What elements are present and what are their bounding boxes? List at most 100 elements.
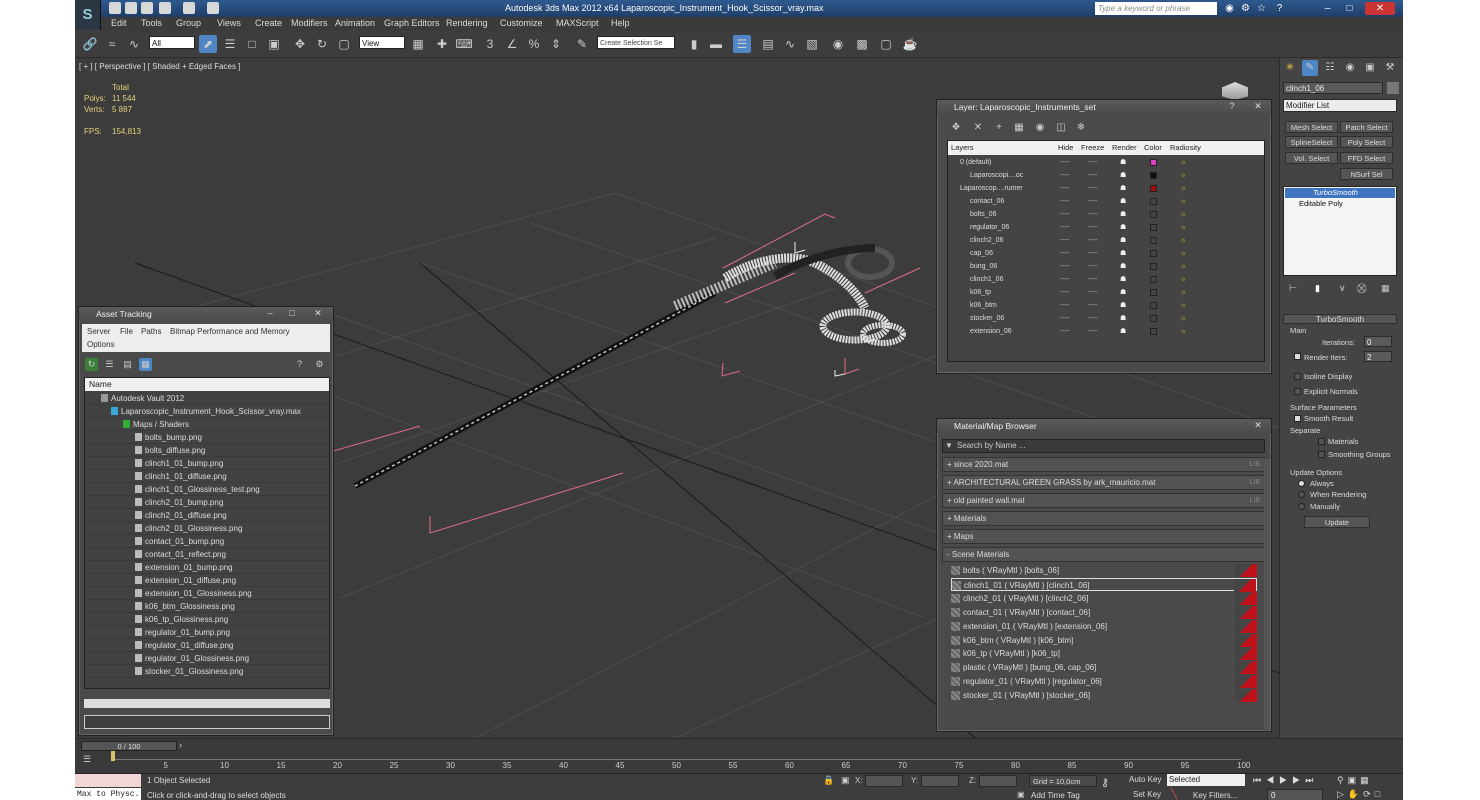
create-layer-icon[interactable]: ❖: [949, 121, 963, 135]
highlight-layer-icon[interactable]: ◉: [1033, 121, 1047, 135]
asset-row-maps[interactable]: Maps / Shaders: [85, 418, 327, 431]
asset-column-name[interactable]: Name: [85, 378, 329, 391]
layer-hide-toggle[interactable]: ----: [1060, 325, 1069, 338]
smoothing-groups-checkbox[interactable]: [1318, 451, 1325, 458]
select-object-icon[interactable]: ⬈: [199, 35, 217, 53]
render-iters-spinner[interactable]: 2: [1364, 351, 1392, 362]
radiosity-icon[interactable]: ☼: [1180, 208, 1186, 221]
add-time-tag[interactable]: Add Time Tag: [1031, 791, 1080, 800]
layer-color-swatch[interactable]: [1150, 159, 1157, 166]
layer-hide-toggle[interactable]: ----: [1060, 299, 1069, 312]
scene-material-item[interactable]: stocker_01 ( VRayMtl ) [stocker_06]: [951, 689, 1257, 703]
layer-row[interactable]: clinch2_06 ---- ---- ☗ ☼: [948, 234, 1264, 247]
layer-freeze-toggle[interactable]: ----: [1088, 221, 1097, 234]
layer-color-swatch[interactable]: [1150, 185, 1157, 192]
layer-freeze-toggle[interactable]: ----: [1088, 195, 1097, 208]
key-mode-icon[interactable]: ╲: [1171, 789, 1177, 800]
render-iters-checkbox[interactable]: [1294, 353, 1301, 360]
layer-color-swatch[interactable]: [1150, 328, 1157, 335]
radiosity-icon[interactable]: ☼: [1180, 221, 1186, 234]
settings-icon[interactable]: ⚙: [313, 358, 326, 371]
radiosity-icon[interactable]: ☼: [1180, 312, 1186, 325]
scene-material-item[interactable]: bolts ( VRayMtl ) [bolts_06]: [951, 564, 1257, 577]
snap-toggle-icon[interactable]: 3: [481, 35, 499, 53]
teapot-render-icon[interactable]: ☗: [1120, 208, 1126, 221]
maximize-icon[interactable]: □: [285, 308, 299, 319]
menu-create[interactable]: Create: [255, 18, 282, 28]
layer-row[interactable]: regulator_06 ---- ---- ☗ ☼: [948, 221, 1264, 234]
scene-material-item[interactable]: plastic ( VRayMtl ) [bung_06, cap_06]: [951, 661, 1257, 675]
material-editor-icon[interactable]: ◉: [829, 35, 847, 53]
teapot-render-icon[interactable]: ☗: [1120, 273, 1126, 286]
tools-icon[interactable]: ⚙: [1239, 2, 1252, 15]
zoom-all-icon[interactable]: ▣: [1348, 775, 1361, 785]
orbit-icon[interactable]: ⟳: [1363, 789, 1375, 799]
layer-row[interactable]: k06_btm ---- ---- ☗ ☼: [948, 299, 1264, 312]
redo-icon[interactable]: [183, 2, 195, 14]
layer-row[interactable]: Laparoscopi....oc ---- ---- ☗ ☼: [948, 169, 1264, 182]
bind-space-warp-icon[interactable]: ∿: [125, 35, 143, 53]
close-icon[interactable]: ✕: [311, 308, 325, 319]
layer-freeze-toggle[interactable]: ----: [1088, 299, 1097, 312]
freeze-all-icon[interactable]: ❄: [1074, 121, 1088, 135]
save-file-icon[interactable]: [141, 2, 153, 14]
scene-material-item[interactable]: k06_btm ( VRayMtl ) [k06_btm]: [951, 633, 1257, 647]
spinner-snap-icon[interactable]: ⇕: [547, 35, 565, 53]
motion-tab-icon[interactable]: ◉: [1342, 60, 1358, 76]
col-render[interactable]: Render: [1112, 141, 1137, 155]
radiosity-icon[interactable]: ☼: [1180, 299, 1186, 312]
help-icon[interactable]: ?: [1225, 101, 1239, 112]
layer-hide-toggle[interactable]: ----: [1060, 234, 1069, 247]
layer-color-swatch[interactable]: [1150, 263, 1157, 270]
teapot-render-icon[interactable]: ☗: [1120, 325, 1126, 338]
select-by-name-icon[interactable]: ☰: [221, 35, 239, 53]
teapot-render-icon[interactable]: ☗: [1120, 169, 1126, 182]
open-file-icon[interactable]: [125, 2, 137, 14]
zoom-extents-icon[interactable]: ▦: [1360, 775, 1373, 785]
menu-edit[interactable]: Edit: [111, 18, 127, 28]
pivot-center-icon[interactable]: ▦: [409, 35, 427, 53]
key-filters-button[interactable]: Key Filters...: [1193, 791, 1237, 800]
pin-stack-icon[interactable]: ⊢: [1289, 283, 1297, 294]
asset-row-map[interactable]: bolts_diffuse.png: [85, 444, 327, 457]
remove-modifier-icon[interactable]: ⛒: [1357, 283, 1366, 294]
materials-checkbox[interactable]: [1318, 438, 1325, 445]
asset-menu-options[interactable]: Options: [87, 340, 115, 349]
isoline-checkbox[interactable]: [1294, 373, 1301, 380]
col-hide[interactable]: Hide: [1058, 141, 1073, 155]
layer-color-swatch[interactable]: [1150, 172, 1157, 179]
scene-material-item[interactable]: clinch1_01 ( VRayMtl ) [clinch1_06]: [951, 577, 1257, 592]
layer-row[interactable]: k06_tp ---- ---- ☗ ☼: [948, 286, 1264, 299]
display-tab-icon[interactable]: ▣: [1362, 60, 1378, 76]
material-group[interactable]: + since 2020.mat LIB: [942, 457, 1265, 472]
scale-icon[interactable]: ▢: [335, 35, 353, 53]
layer-hide-toggle[interactable]: ----: [1060, 221, 1069, 234]
radiosity-icon[interactable]: ☼: [1180, 156, 1186, 169]
layer-freeze-toggle[interactable]: ----: [1088, 247, 1097, 260]
scene-material-item[interactable]: regulator_01 ( VRayMtl ) [regulator_06]: [951, 675, 1257, 689]
menu-customize[interactable]: Customize: [500, 18, 543, 28]
move-icon[interactable]: ✥: [291, 35, 309, 53]
layer-row[interactable]: stocker_06 ---- ---- ☗ ☼: [948, 312, 1264, 325]
reference-coord-select[interactable]: View: [359, 36, 405, 49]
teapot-render-icon[interactable]: ☗: [1120, 312, 1126, 325]
menu-graph-editors[interactable]: Graph Editors: [384, 18, 440, 28]
y-coordinate-field[interactable]: [921, 775, 959, 787]
layer-row[interactable]: 0 (default) ---- ---- ☗ ☼: [948, 156, 1264, 169]
goto-start-icon[interactable]: ⏮: [1253, 775, 1266, 785]
asset-path-field[interactable]: [84, 715, 330, 729]
render-setup-icon[interactable]: ▩: [853, 35, 871, 53]
teapot-render-icon[interactable]: ☗: [1120, 234, 1126, 247]
layer-hide-toggle[interactable]: ----: [1060, 273, 1069, 286]
asset-row-map[interactable]: extension_01_bump.png: [85, 561, 327, 574]
manually-radio[interactable]: [1298, 503, 1305, 510]
update-button[interactable]: Update: [1304, 516, 1370, 528]
selection-filter-select[interactable]: All: [149, 36, 195, 49]
layer-freeze-toggle[interactable]: ----: [1088, 273, 1097, 286]
mirror-icon[interactable]: ▮: [685, 35, 703, 53]
key-icon[interactable]: ⚷: [1101, 776, 1109, 789]
layer-color-swatch[interactable]: [1150, 250, 1157, 257]
layer-row[interactable]: extension_06 ---- ---- ☗ ☼: [948, 325, 1264, 338]
layer-freeze-toggle[interactable]: ----: [1088, 312, 1097, 325]
table-view-icon[interactable]: ▤: [121, 358, 134, 371]
